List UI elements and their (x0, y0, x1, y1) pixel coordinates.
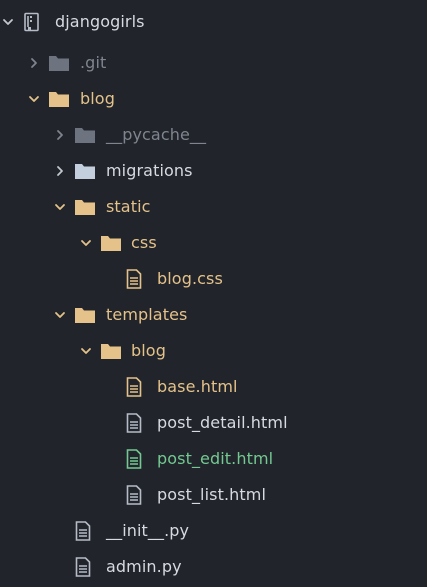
tree-item-post-edit-file[interactable]: post_edit.html (0, 441, 427, 477)
tree-item-label: post_detail.html (157, 413, 288, 432)
tree-item-post-list-file[interactable]: post_list.html (0, 477, 427, 513)
tree-item-label: templates (106, 305, 188, 324)
folder-icon (74, 125, 95, 145)
tree-item-templates-folder[interactable]: templates (0, 297, 427, 333)
tree-item-label: css (131, 233, 157, 252)
folder-icon (74, 161, 95, 181)
tree-item-label: blog (131, 341, 166, 360)
chevron-down-icon[interactable] (52, 297, 68, 333)
file-text-icon (124, 449, 144, 469)
tree-item-label: migrations (106, 161, 193, 180)
chevron-right-icon[interactable] (52, 153, 68, 189)
tree-item-base-html-file[interactable]: base.html (0, 369, 427, 405)
tree-item-label: post_list.html (157, 485, 266, 504)
tree-item-label: static (106, 197, 151, 216)
tree-item-git-folder[interactable]: .git (0, 45, 427, 81)
file-tree: djangogirls .git blog __pycache__ migrat… (0, 0, 427, 587)
tree-item-init-py-file[interactable]: __init__.py (0, 513, 427, 549)
tree-item-label: blog (80, 89, 115, 108)
tree-item-label: __init__.py (106, 521, 190, 540)
chevron-down-icon[interactable] (26, 81, 42, 117)
tree-item-label: blog.css (157, 269, 223, 288)
tree-item-label: post_edit.html (157, 449, 274, 468)
file-text-icon (124, 485, 144, 505)
chevron-down-icon[interactable] (52, 189, 68, 225)
folder-open-icon (48, 89, 69, 109)
folder-icon (48, 53, 69, 73)
chevron-right-icon[interactable] (52, 117, 68, 153)
folder-open-icon (74, 305, 95, 325)
file-text-icon (73, 521, 93, 541)
file-text-icon (124, 269, 144, 289)
file-text-icon (124, 377, 144, 397)
tree-item-blog-folder[interactable]: blog (0, 81, 427, 117)
chevron-down-icon[interactable] (78, 225, 94, 261)
tree-item-css-folder[interactable]: css (0, 225, 427, 261)
chevron-right-icon[interactable] (26, 45, 42, 81)
repo-icon (22, 12, 42, 32)
tree-item-blog-css-file[interactable]: blog.css (0, 261, 427, 297)
tree-item-templates-blog-folder[interactable]: blog (0, 333, 427, 369)
tree-item-label: .git (80, 53, 107, 72)
tree-root-djangogirls[interactable]: djangogirls (0, 4, 427, 40)
folder-open-icon (74, 197, 95, 217)
chevron-down-icon[interactable] (78, 333, 94, 369)
file-text-icon (124, 413, 144, 433)
tree-item-label: base.html (157, 377, 238, 396)
tree-item-static-folder[interactable]: static (0, 189, 427, 225)
tree-item-post-detail-file[interactable]: post_detail.html (0, 405, 427, 441)
file-text-icon (73, 557, 93, 577)
tree-item-label: admin.py (106, 557, 182, 576)
tree-root-label: djangogirls (55, 12, 145, 31)
tree-item-pycache-folder[interactable]: __pycache__ (0, 117, 427, 153)
folder-open-icon (100, 341, 121, 361)
tree-item-migrations-folder[interactable]: migrations (0, 153, 427, 189)
folder-open-icon (100, 233, 121, 253)
chevron-down-icon[interactable] (0, 4, 16, 40)
tree-item-label: __pycache__ (106, 125, 207, 144)
tree-item-admin-py-file[interactable]: admin.py (0, 549, 427, 585)
